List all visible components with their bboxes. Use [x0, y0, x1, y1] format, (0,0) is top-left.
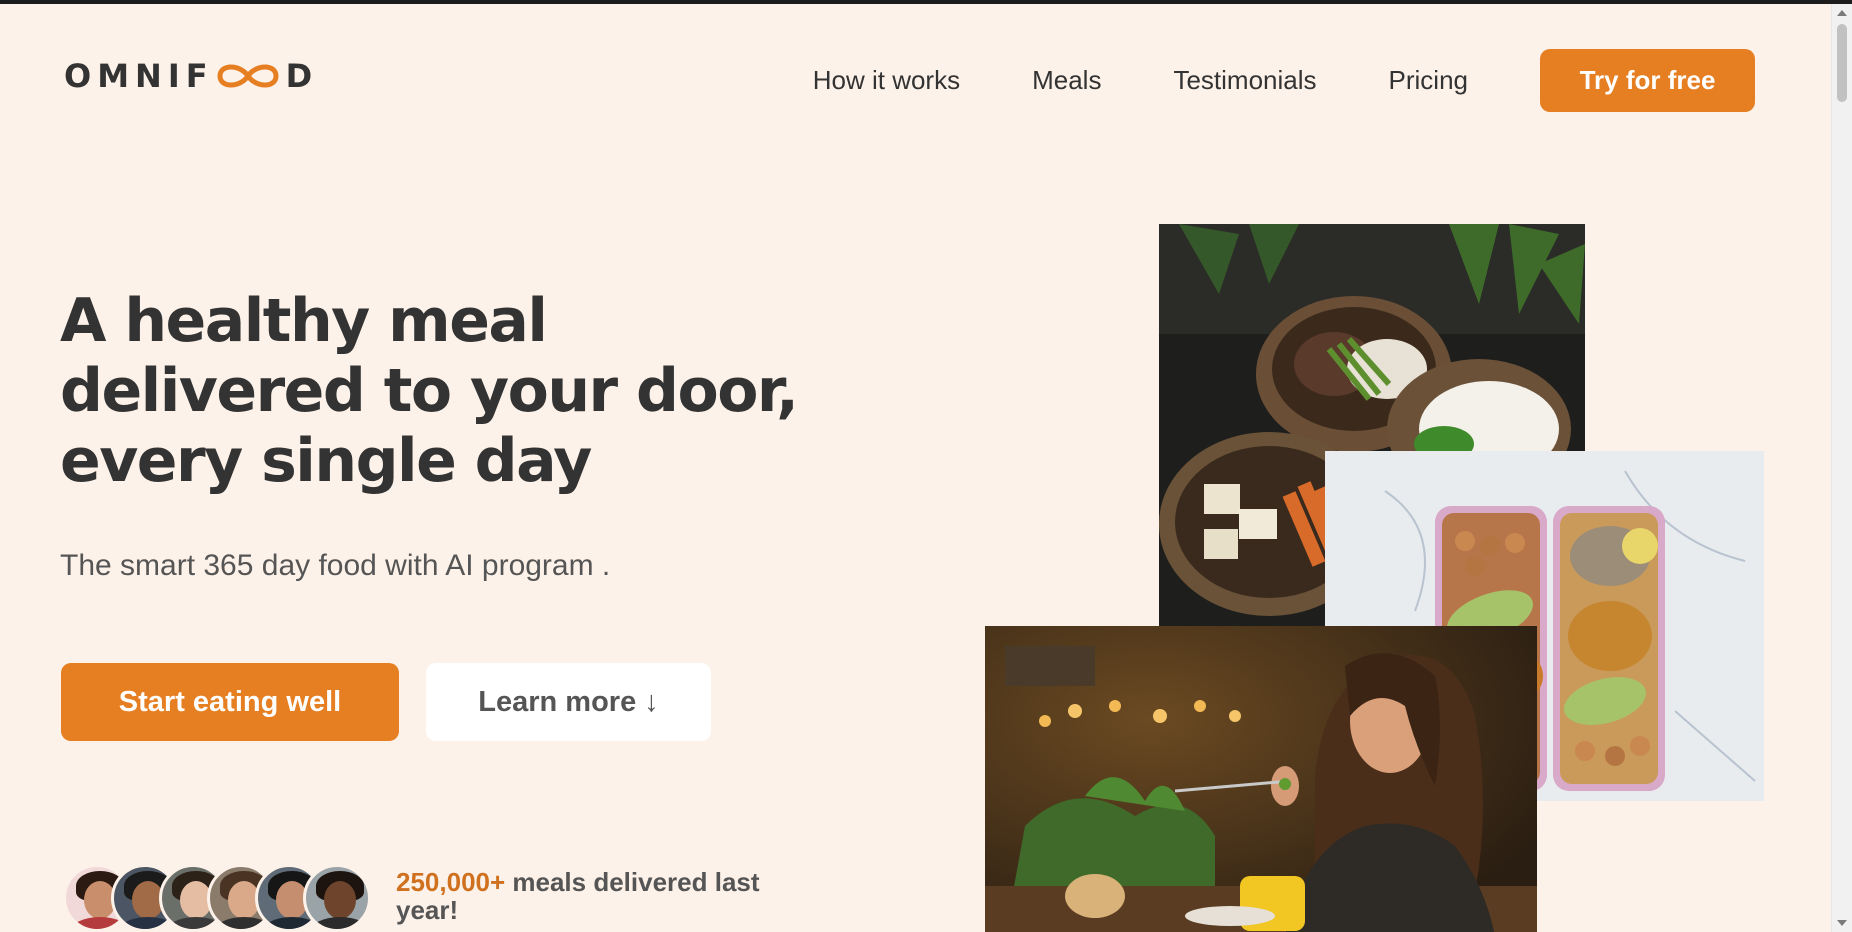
learn-more-button[interactable]: Learn more ↓: [426, 663, 711, 741]
vertical-scrollbar[interactable]: [1831, 4, 1852, 932]
start-eating-well-button[interactable]: Start eating well: [61, 663, 399, 741]
try-for-free-button[interactable]: Try for free: [1540, 48, 1755, 112]
nav-testimonials[interactable]: Testimonials: [1173, 65, 1316, 96]
main-nav: How it works Meals Testimonials Pricing …: [813, 48, 1755, 112]
hero-subtitle: The smart 365 day food with AI program .: [60, 549, 611, 582]
infinity-icon: [217, 64, 279, 88]
learn-more-label: Learn more: [478, 685, 637, 718]
omnifood-logo[interactable]: OMNIF D: [64, 56, 318, 96]
nav-how-it-works[interactable]: How it works: [813, 65, 960, 96]
customer-avatars: [63, 864, 371, 932]
meals-delivered-count: 250,000+: [396, 867, 506, 897]
logo-text-start: OMNIF: [64, 57, 214, 95]
avatar: [303, 864, 371, 932]
nav-pricing[interactable]: Pricing: [1389, 65, 1468, 96]
hero-title: A healthy meal delivered to your door, e…: [60, 286, 799, 496]
logo-text-end: D: [285, 57, 319, 95]
scroll-down-arrow-icon[interactable]: [1837, 920, 1847, 926]
scrollbar-thumb[interactable]: [1837, 24, 1847, 102]
start-eating-well-label: Start eating well: [118, 685, 342, 718]
arrow-down-icon: ↓: [644, 685, 659, 718]
hero-image-woman-eating: [985, 626, 1537, 932]
meals-delivered-text: 250,000+ meals delivered last year!: [396, 868, 826, 924]
page: OMNIF D How it works Meals Testimonials …: [0, 4, 1831, 932]
scroll-up-arrow-icon[interactable]: [1837, 10, 1847, 16]
nav-meals[interactable]: Meals: [1032, 65, 1101, 96]
